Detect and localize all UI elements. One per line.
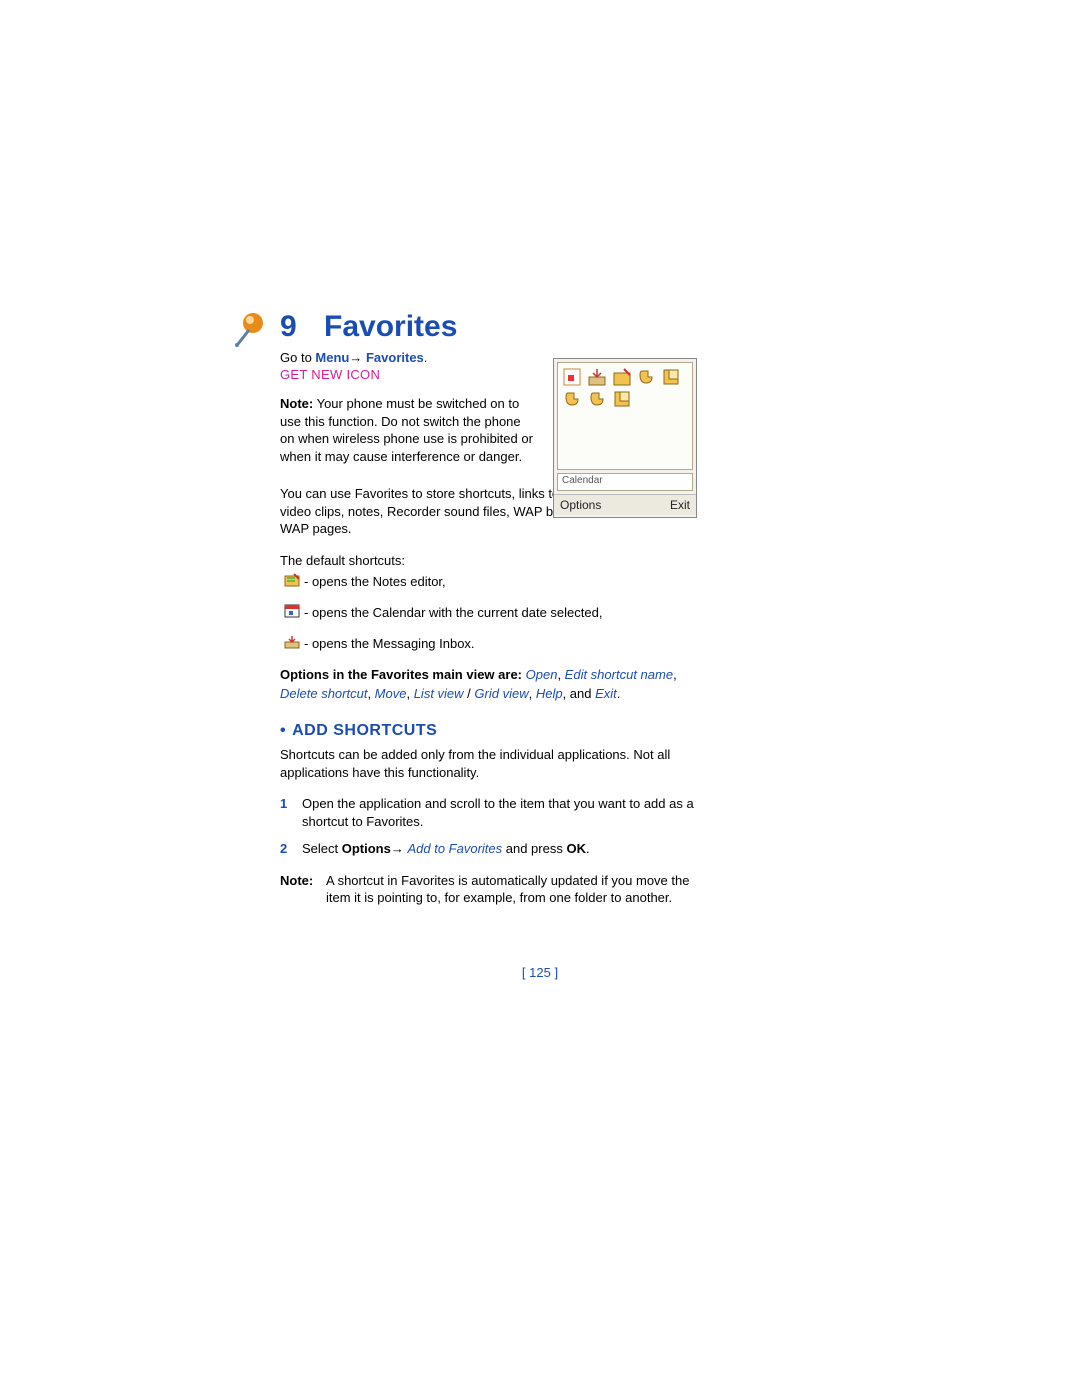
grid-icon [587, 389, 607, 409]
section-add-shortcuts: •ADD SHORTCUTS [280, 722, 700, 740]
step-2: 2 Select Options→ Add to Favorites and p… [280, 840, 700, 858]
steps-list: 1 Open the application and scroll to the… [280, 795, 700, 858]
page: 9Favorites Go to Menu→ Favorites. GET NE… [0, 0, 1080, 1397]
step-2-text: Select Options→ Add to Favorites and pre… [302, 840, 590, 858]
chapter-title: Favorites [324, 310, 457, 343]
step-1: 1 Open the application and scroll to the… [280, 795, 700, 830]
pushpin-icon [232, 310, 272, 353]
calendar-icon [284, 604, 300, 621]
page-number: [ 125 ] [0, 965, 1080, 980]
grid-icon [612, 367, 632, 387]
goto-dest: Favorites [362, 350, 423, 365]
default-shortcut-calendar: - opens the Calendar with the current da… [280, 604, 700, 621]
grid-icon [661, 367, 681, 387]
grid-icon [587, 367, 607, 387]
chapter-number: 9 [280, 310, 324, 344]
favorites-screenshot: Calendar Options Exit [553, 358, 697, 518]
softkey-row: Options Exit [554, 494, 696, 515]
step-1-text: Open the application and scroll to the i… [302, 795, 700, 830]
favorites-grid [557, 362, 693, 470]
options-list: Options in the Favorites main view are: … [280, 666, 700, 704]
grid-icon [612, 389, 632, 409]
softkey-options: Options [560, 498, 601, 512]
screenshot-selection-label: Calendar [557, 473, 693, 491]
chapter-heading: 9Favorites [280, 310, 700, 344]
grid-icon [562, 367, 582, 387]
grid-icon [636, 367, 656, 387]
inbox-icon [284, 635, 300, 652]
default-shortcut-inbox: - opens the Messaging Inbox. [280, 635, 700, 652]
grid-icon [562, 389, 582, 409]
note-auto-update: Note: A shortcut in Favorites is automat… [280, 872, 700, 907]
defaults-lead: The default shortcuts: [280, 552, 700, 570]
default-shortcut-notes: - opens the Notes editor, [280, 573, 700, 590]
softkey-exit: Exit [670, 498, 690, 512]
section-intro: Shortcuts can be added only from the ind… [280, 746, 700, 781]
notes-icon [284, 573, 300, 590]
goto-menu: Menu [315, 350, 349, 365]
note-switched-on: Note: Your phone must be switched on to … [280, 395, 538, 465]
